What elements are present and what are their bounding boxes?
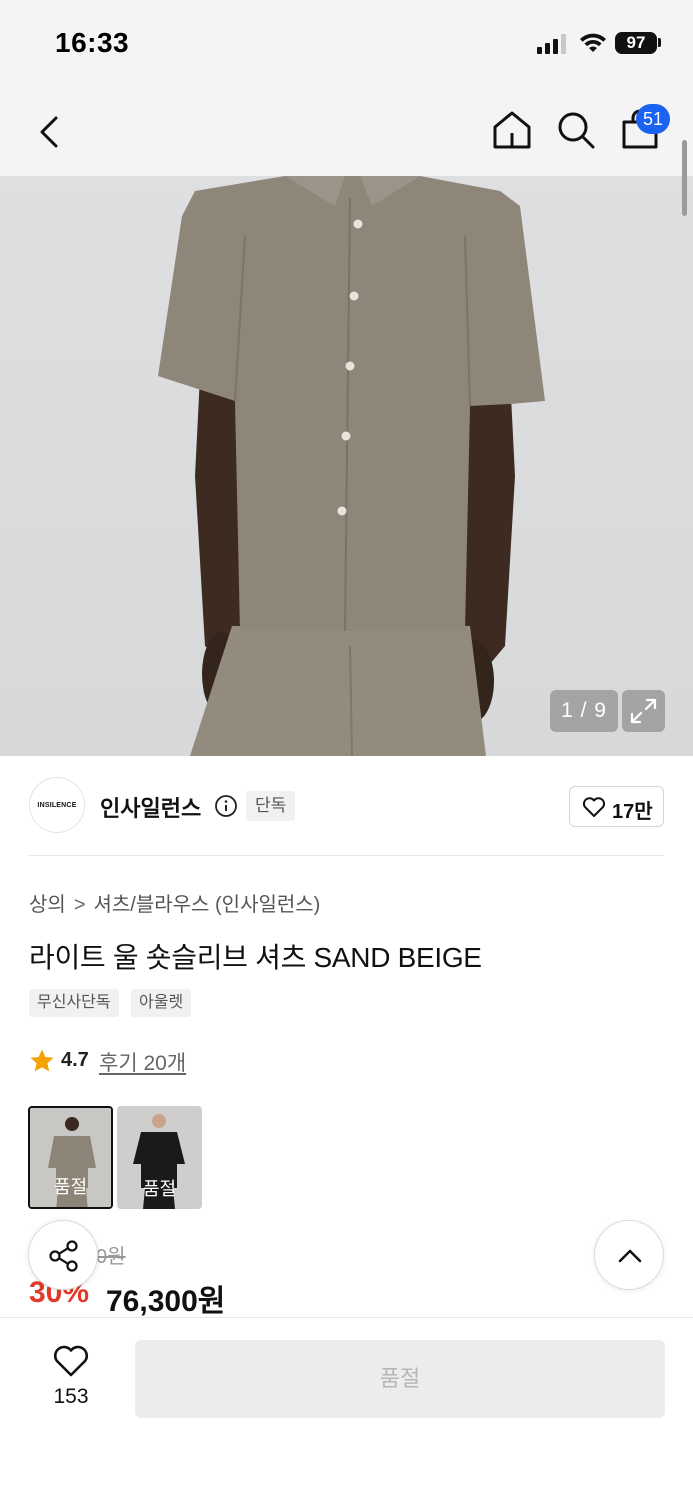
status-time: 16:33 xyxy=(55,27,130,58)
product-image-gallery[interactable] xyxy=(0,176,693,756)
cellular-signal-icon xyxy=(537,34,566,54)
brand-logo[interactable]: INSILENCE xyxy=(29,777,85,833)
star-icon xyxy=(30,1049,54,1072)
sale-price: 76,300원 xyxy=(106,1285,226,1318)
expand-image-button[interactable] xyxy=(622,690,665,732)
breadcrumb-separator: > xyxy=(73,894,86,916)
wifi-icon xyxy=(580,33,606,52)
battery-indicator: 97 xyxy=(615,32,657,54)
scroll-to-top-button[interactable] xyxy=(594,1220,664,1290)
share-button[interactable] xyxy=(28,1220,98,1290)
search-icon[interactable] xyxy=(554,108,598,152)
status-bar: 16:33 97 xyxy=(0,0,693,88)
wishlist-heart-icon[interactable] xyxy=(52,1344,90,1378)
back-arrow-icon[interactable] xyxy=(30,110,70,154)
breadcrumb-category[interactable]: 상의 xyxy=(29,894,66,916)
share-icon xyxy=(49,1240,78,1272)
heart-icon xyxy=(582,797,606,817)
wishlist-count: 153 xyxy=(53,1385,89,1408)
rating-value: 4.7 xyxy=(61,1049,89,1071)
image-counter: 1 / 9 xyxy=(550,690,618,732)
color-option-sand-beige[interactable]: 품절 xyxy=(28,1106,113,1209)
brand-name[interactable]: 인사일런스 xyxy=(100,791,201,823)
tag-outlet: 아울렛 xyxy=(131,989,192,1017)
review-link[interactable]: 후기 20개 xyxy=(99,1047,186,1077)
breadcrumb: 상의 > 셔츠/블라우스 (인사일런스) xyxy=(29,888,320,917)
color-option-black[interactable]: 품절 xyxy=(117,1106,202,1209)
expand-icon xyxy=(630,698,657,724)
chevron-up-icon xyxy=(618,1249,642,1263)
brand-like-count: 17만 xyxy=(612,801,653,823)
home-icon[interactable] xyxy=(490,108,534,152)
battery-nub xyxy=(658,38,661,47)
product-photo xyxy=(158,176,545,756)
brand-like-button[interactable]: 17만 xyxy=(569,786,664,827)
top-nav-bar xyxy=(0,88,693,176)
tag-musinsa-exclusive: 무신사단독 xyxy=(29,989,119,1017)
cart-count-badge: 51 xyxy=(636,104,670,134)
scrollbar-thumb[interactable] xyxy=(682,140,687,216)
original-price: 0원 xyxy=(96,1246,126,1268)
product-title: 라이트 울 숏슬리브 셔츠 SAND BEIGE xyxy=(29,942,482,973)
exclusive-badge: 단독 xyxy=(246,791,296,821)
divider xyxy=(29,855,664,856)
breadcrumb-subcategory[interactable]: 셔츠/블라우스 (인사일런스) xyxy=(94,894,321,916)
sold-out-label: 품절 xyxy=(53,1177,88,1197)
info-icon[interactable] xyxy=(214,794,238,818)
sold-out-label: 품절 xyxy=(142,1179,177,1199)
buy-button[interactable]: 품절 xyxy=(135,1340,665,1418)
